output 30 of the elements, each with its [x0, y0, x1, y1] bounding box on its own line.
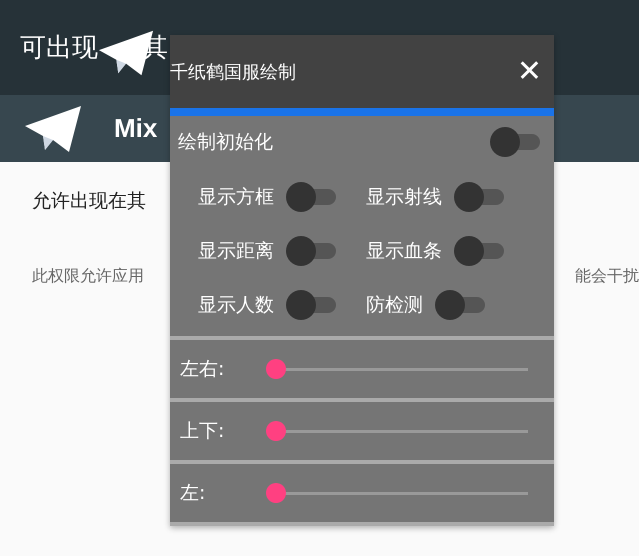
switch-label: 显示人数	[198, 293, 274, 318]
description-text: 能会干扰	[575, 266, 639, 287]
switch-label: 防检测	[366, 293, 423, 318]
app-name: Mix	[114, 113, 158, 144]
permission-label: 允许出现在其	[32, 190, 146, 212]
slider-label: 左:	[180, 481, 206, 506]
slider-thumb[interactable]	[266, 359, 286, 379]
slider-track[interactable]	[266, 421, 528, 441]
slider-track[interactable]	[266, 359, 528, 379]
toggle-switch[interactable]	[286, 180, 336, 214]
description-text: 此权限允许应用	[32, 266, 144, 287]
toggle-switch[interactable]	[435, 288, 485, 322]
slider-label: 上下:	[180, 419, 226, 444]
toggle-switch[interactable]	[454, 234, 504, 268]
slider-track[interactable]	[266, 483, 528, 503]
switch-label: 显示距离	[198, 239, 274, 264]
page-title: 可出现	[20, 32, 98, 65]
switch-label: 显示射线	[366, 185, 442, 210]
switch-label: 显示血条	[366, 239, 442, 264]
switch-label: 绘制初始化	[178, 130, 273, 155]
toggle-switch[interactable]	[286, 288, 336, 322]
switch-label: 显示方框	[198, 185, 274, 210]
slider-label: 左右:	[180, 357, 226, 382]
toggle-switch[interactable]	[454, 180, 504, 214]
slider-thumb[interactable]	[266, 483, 286, 503]
toggle-switch[interactable]	[286, 234, 336, 268]
panel-title: 千纸鹤国服绘制	[170, 60, 296, 84]
slider-thumb[interactable]	[266, 421, 286, 441]
toggle-switch[interactable]	[490, 125, 540, 159]
close-button[interactable]: ✕	[504, 54, 554, 89]
